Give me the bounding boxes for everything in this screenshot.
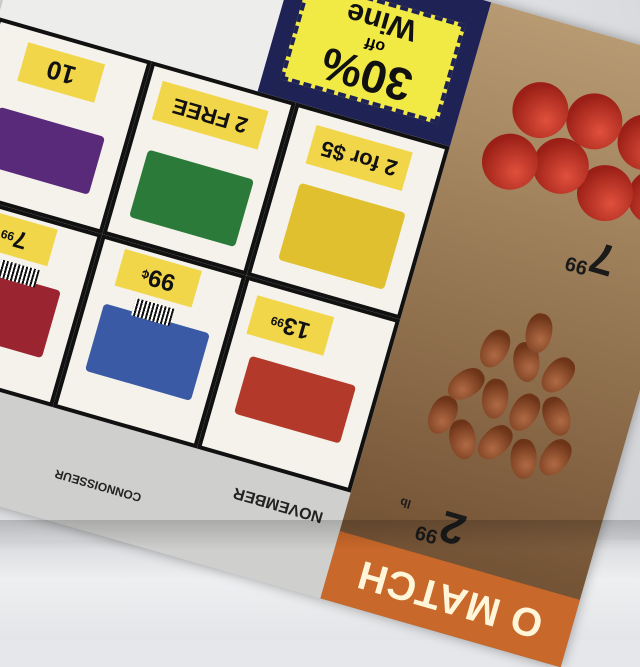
almonds-image bbox=[403, 292, 613, 502]
brand-label: CONNOISSEUR bbox=[53, 466, 143, 505]
deal-price: 2 FREE bbox=[151, 80, 269, 150]
deal-price: 13 99 bbox=[246, 295, 335, 356]
almonds-price: 799 bbox=[562, 231, 622, 286]
tomatoes-image bbox=[451, 24, 640, 241]
wine-word: Wine bbox=[342, 0, 421, 48]
deal-price: 2 for $5 bbox=[305, 124, 413, 191]
flyer-shadow bbox=[0, 520, 640, 550]
deal-price: 10 bbox=[17, 42, 106, 103]
